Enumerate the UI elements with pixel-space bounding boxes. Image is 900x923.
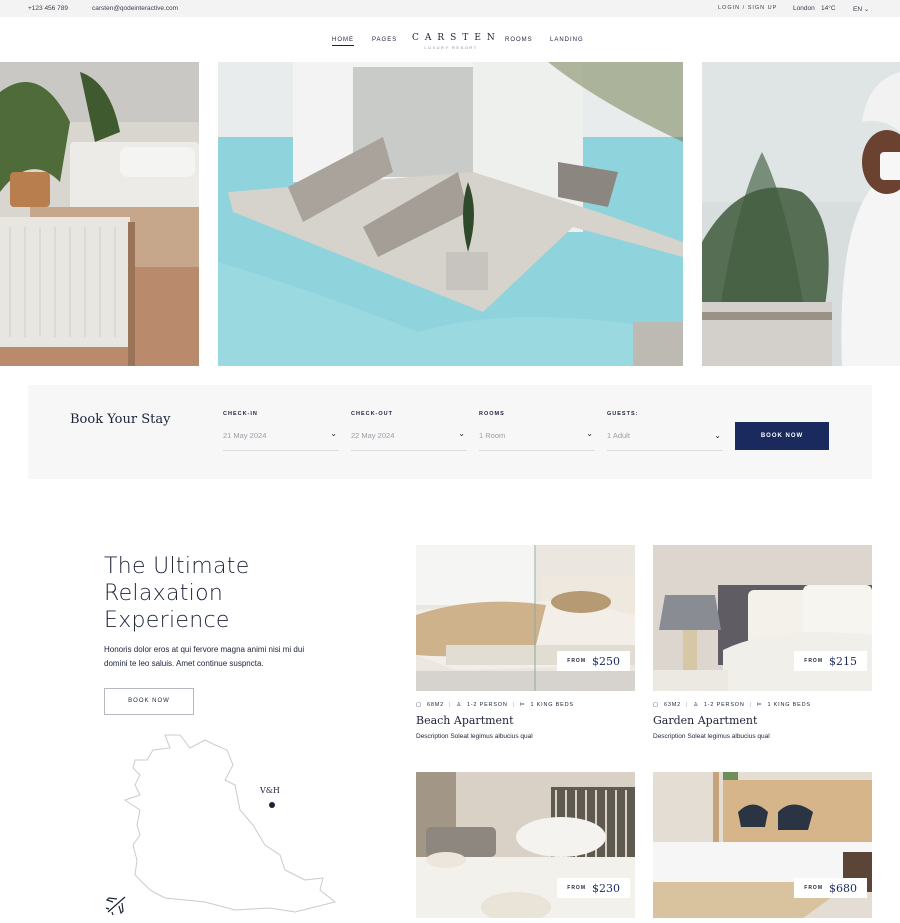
spa-guest-photo <box>702 62 900 366</box>
room-card-garden-apartment[interactable]: FROM $215 ▢ 63M2 | ♙ 1-2 PERSON | ⊨ 1 KING … <box>653 545 872 755</box>
logo-subtitle: LUXURY RESORT <box>424 45 478 50</box>
logo-name: CARSTEN <box>412 33 501 43</box>
nav-home[interactable]: HOME <box>332 37 354 46</box>
site-logo[interactable]: CARSTEN LUXURY RESORT <box>412 33 501 50</box>
intro-book-now-button[interactable]: BOOK NOW <box>104 688 194 715</box>
intro-heading: The Ultimate Relaxation Experience <box>104 553 250 634</box>
person-icon: ♙ <box>456 702 462 708</box>
book-now-button[interactable]: BOOK NOW <box>735 422 829 450</box>
rooms-select[interactable]: ROOMS 1 Room ⌄ <box>479 411 595 451</box>
region-outline <box>123 734 337 913</box>
guests-value: 1 Adult <box>607 431 630 440</box>
room-card-4[interactable]: FROM $680 <box>653 772 872 918</box>
airplane-icon <box>105 896 126 916</box>
check-out-label: CHECK-OUT <box>351 411 393 417</box>
room-persons: 1-2 PERSON <box>703 702 745 708</box>
login-signup-link[interactable]: LOGIN / SIGN UP <box>718 5 777 11</box>
check-in-label: CHECK-IN <box>223 411 258 417</box>
room-description: Description Soleat legimus albucius qual <box>653 733 770 740</box>
room-size-icon: ▢ <box>416 702 422 708</box>
room-description: Description Soleat legimus albucius qual <box>416 733 533 740</box>
price-tag: FROM $680 <box>794 878 867 898</box>
rooms-label: ROOMS <box>479 411 505 417</box>
hero-image-spa[interactable] <box>702 62 900 366</box>
intro-description: Honoris dolor eros at qui fervore magna … <box>104 645 305 668</box>
map-marker-icon[interactable] <box>269 802 275 808</box>
room-meta: ▢ 68M2 | ♙ 1-2 PERSON | ⊨ 1 KING BEDS <box>416 702 574 708</box>
check-in-value: 21 May 2024 <box>223 431 267 440</box>
booking-title: Book Your Stay <box>70 412 171 427</box>
nav-rooms[interactable]: ROOMS <box>505 37 533 43</box>
room-persons: 1-2 PERSON <box>466 702 508 708</box>
language-selector[interactable]: EN ⌄ <box>853 5 869 13</box>
check-out-value: 22 May 2024 <box>351 431 395 440</box>
map-marker-label: V&H <box>260 786 280 795</box>
room-beds: 1 KING BEDS <box>530 702 574 708</box>
price-amount: $215 <box>829 654 857 668</box>
price-tag: FROM $215 <box>794 651 867 671</box>
intro-heading-line: Experience <box>104 608 230 633</box>
check-in-select[interactable]: CHECK-IN 21 May 2024 ⌄ <box>223 411 339 451</box>
room-meta: ▢ 63M2 | ♙ 1-2 PERSON | ⊨ 1 KING BEDS <box>653 702 811 708</box>
room-card-beach-apartment[interactable]: FROM $250 ▢ 68M2 | ♙ 1-2 PERSON | ⊨ 1 KING … <box>416 545 635 755</box>
nav-pages[interactable]: PAGES <box>372 37 397 43</box>
hero-image-lounge[interactable] <box>0 62 199 366</box>
price-tag: FROM $230 <box>557 878 630 898</box>
guests-select[interactable]: GUESTS: 1 Adult ⌄ <box>607 411 723 451</box>
intro-heading-line: Relaxation <box>104 581 224 606</box>
room-name[interactable]: Garden Apartment <box>653 714 757 727</box>
price-from-label: FROM <box>804 658 823 664</box>
chevron-down-icon: ⌄ <box>458 429 465 438</box>
location-map[interactable]: V&H <box>95 730 345 918</box>
rooms-value: 1 Room <box>479 431 506 440</box>
room-card-3[interactable]: FROM $230 <box>416 772 635 918</box>
bed-icon: ⊨ <box>519 702 526 708</box>
chevron-down-icon: ⌄ <box>330 429 337 438</box>
email-link[interactable]: carsten@qodeinteractive.com <box>92 5 178 12</box>
price-tag: FROM $250 <box>557 651 630 671</box>
price-from-label: FROM <box>567 885 586 891</box>
price-amount: $230 <box>592 881 620 895</box>
price-from-label: FROM <box>804 885 823 891</box>
room-size: 68M2 <box>427 702 444 708</box>
lounge-photo <box>0 62 199 366</box>
bed-icon: ⊨ <box>756 702 763 708</box>
chevron-down-icon: ⌄ <box>586 429 593 438</box>
price-amount: $680 <box>829 881 857 895</box>
price-from-label: FROM <box>567 658 586 664</box>
room-name[interactable]: Beach Apartment <box>416 714 514 727</box>
price-amount: $250 <box>592 654 620 668</box>
chevron-down-icon: ⌄ <box>714 431 721 440</box>
booking-form: Book Your Stay CHECK-IN 21 May 2024 ⌄ CH… <box>28 385 872 479</box>
intro-heading-line: The Ultimate <box>104 554 250 579</box>
hero-image-pool[interactable] <box>218 62 683 366</box>
nav-landing[interactable]: LANDING <box>550 37 584 43</box>
person-icon: ♙ <box>693 702 699 708</box>
weather-temperature: 14°C <box>821 5 836 12</box>
room-beds: 1 KING BEDS <box>767 702 811 708</box>
pool-photo <box>218 62 683 366</box>
room-size-icon: ▢ <box>653 702 659 708</box>
weather-city: London <box>793 5 815 12</box>
room-size: 63M2 <box>664 702 681 708</box>
guests-label: GUESTS: <box>607 411 639 417</box>
check-out-select[interactable]: CHECK-OUT 22 May 2024 ⌄ <box>351 411 467 451</box>
phone-number[interactable]: +123 456 789 <box>28 5 68 12</box>
top-bar: +123 456 789 carsten@qodeinteractive.com… <box>0 0 900 17</box>
